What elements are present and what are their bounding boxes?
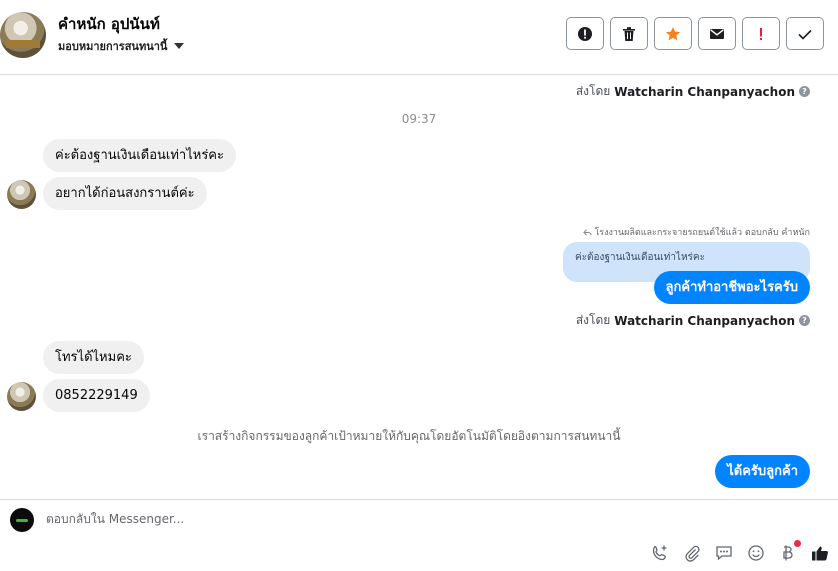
thumbs-up-icon	[812, 546, 828, 561]
mark-spam-button[interactable]	[566, 17, 604, 50]
phone-add-icon	[652, 545, 667, 561]
sent-by-name: Watcharin Chanpanyachon	[614, 84, 795, 99]
attach-button[interactable]	[682, 543, 702, 563]
sent-by-prefix: ส่งโดย	[575, 84, 611, 98]
envelope-icon	[710, 28, 724, 39]
contact-avatar-small[interactable]	[7, 180, 36, 209]
delete-button[interactable]	[610, 17, 648, 50]
conversation-header: คำหนัก อุปนันท์ มอบหมายการสนทนานี้	[0, 0, 838, 75]
page-logo-avatar	[10, 508, 34, 532]
system-message: เราสร้างกิจกรรมของลูกค้าเป้าหมายให้กับคุ…	[197, 429, 621, 443]
incoming-message[interactable]: ค่ะต้องฐานเงินเดือนเท่าไหร่คะ	[43, 139, 236, 172]
sent-by-name: Watcharin Chanpanyachon	[614, 313, 795, 328]
reply-arrow-icon	[583, 228, 593, 236]
payment-button[interactable]	[778, 540, 801, 563]
paperclip-icon	[685, 545, 700, 562]
contact-avatar-small[interactable]	[7, 382, 36, 411]
incoming-message[interactable]: 0852229149	[43, 379, 150, 412]
exclamation-icon	[760, 27, 762, 40]
outgoing-message[interactable]: ได้ครับลูกค้า	[715, 455, 810, 488]
message-timestamp: 09:37	[401, 112, 437, 126]
mark-unread-button[interactable]	[698, 17, 736, 50]
info-icon[interactable]: ?	[799, 86, 810, 97]
mark-done-button[interactable]	[786, 17, 824, 50]
check-icon	[798, 29, 812, 40]
reply-input[interactable]	[46, 512, 646, 526]
header-actions	[566, 17, 824, 50]
outgoing-message[interactable]: ลูกค้าทำอาชีพอะไรครับ	[653, 271, 810, 304]
assign-conversation-dropdown[interactable]: มอบหมายการสนทนานี้	[58, 37, 185, 55]
incoming-message[interactable]: โทรได้ไหมคะ	[43, 341, 144, 374]
assign-label: มอบหมายการสนทนานี้	[58, 40, 168, 53]
caret-down-icon	[174, 43, 185, 49]
contact-avatar[interactable]	[0, 12, 46, 58]
emoji-button[interactable]	[746, 543, 766, 563]
reply-context-text: โรงงานผลิตและกระจายรถยนต์ใช้แล้ว ตอบกลับ…	[594, 228, 810, 238]
call-button[interactable]	[650, 543, 670, 563]
contact-name[interactable]: คำหนัก อุปนันท์	[58, 12, 160, 36]
notification-dot	[794, 540, 801, 547]
star-icon	[665, 26, 681, 40]
mark-important-button[interactable]	[742, 17, 780, 50]
like-button[interactable]	[810, 543, 830, 563]
sent-by-prefix: ส่งโดย	[575, 313, 611, 327]
smiley-icon	[748, 545, 764, 561]
composer-toolbar	[650, 540, 830, 563]
quoted-message-text: ค่ะต้องฐานเงินเดือนเท่าไหร่คะ	[575, 252, 705, 263]
chat-bubble-icon	[716, 546, 732, 561]
incoming-message[interactable]: อยากได้ก่อนสงกรานต์ค่ะ	[43, 177, 207, 210]
message-composer	[0, 499, 838, 571]
baht-icon	[783, 545, 793, 561]
star-button[interactable]	[654, 17, 692, 50]
info-icon[interactable]: ?	[799, 315, 810, 326]
saved-replies-button[interactable]	[714, 543, 734, 563]
sent-by-label: ส่งโดย Watcharin Chanpanyachon ?	[576, 311, 810, 330]
reply-context: โรงงานผลิตและกระจายรถยนต์ใช้แล้ว ตอบกลับ…	[583, 225, 810, 239]
sent-by-label: ส่งโดย Watcharin Chanpanyachon ?	[576, 82, 810, 101]
alert-circle-icon	[578, 26, 592, 41]
trash-icon	[623, 26, 635, 41]
